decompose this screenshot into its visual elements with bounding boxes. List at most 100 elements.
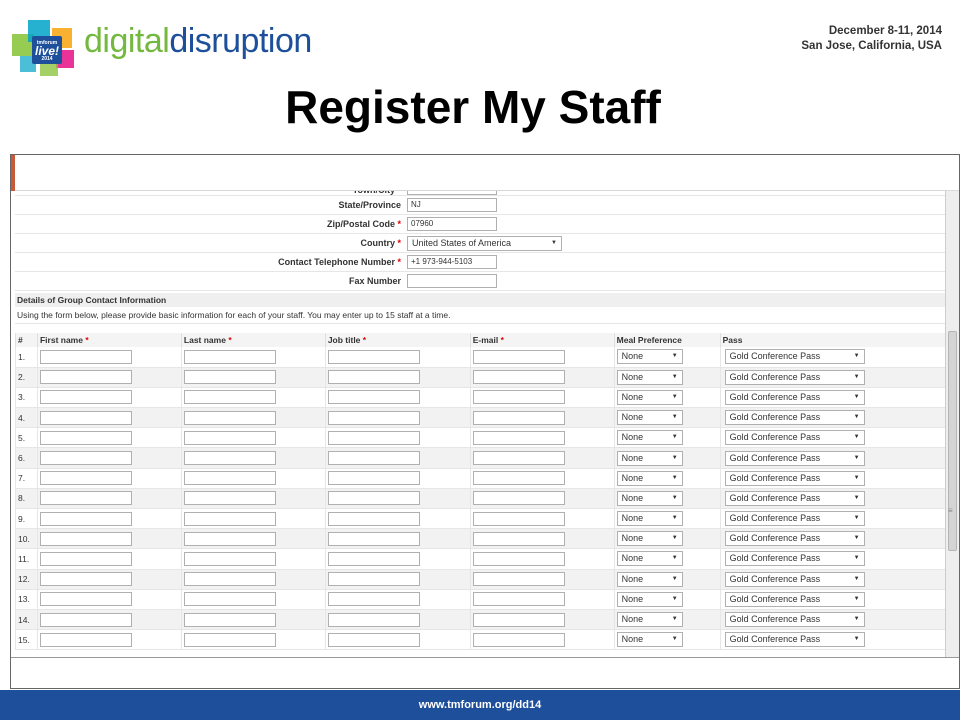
job-title-input[interactable] — [327, 531, 420, 546]
pass-select[interactable]: Gold Conference Pass ▼ — [724, 450, 865, 466]
first-name-input[interactable] — [39, 612, 132, 627]
meal-preference-select[interactable]: None ▼ — [616, 490, 683, 506]
first-name-input[interactable] — [39, 491, 132, 506]
meal-preference-select[interactable]: None ▼ — [616, 369, 683, 385]
pass-select[interactable]: Gold Conference Pass ▼ — [724, 389, 865, 405]
last-name-input[interactable] — [183, 349, 276, 364]
first-name-input[interactable] — [39, 430, 132, 445]
last-name-input[interactable] — [183, 551, 276, 566]
job-title-input[interactable] — [327, 451, 420, 466]
pass-select[interactable]: Gold Conference Pass ▼ — [724, 369, 865, 385]
last-name-input[interactable] — [183, 430, 276, 445]
pass-select[interactable]: Gold Conference Pass ▼ — [724, 511, 865, 527]
first-name-input[interactable] — [39, 451, 132, 466]
first-name-input[interactable] — [39, 410, 132, 425]
last-name-input[interactable] — [183, 410, 276, 425]
meal-preference-select[interactable]: None ▼ — [616, 551, 683, 567]
meal-preference-select[interactable]: None ▼ — [616, 430, 683, 446]
last-name-input[interactable] — [183, 471, 276, 486]
pass-select[interactable]: Gold Conference Pass ▼ — [724, 591, 865, 607]
job-title-input[interactable] — [327, 471, 420, 486]
last-name-input[interactable] — [183, 612, 276, 627]
first-name-input[interactable] — [39, 349, 132, 364]
address-input[interactable]: NJ — [407, 198, 497, 212]
job-title-input[interactable] — [327, 410, 420, 425]
email-input[interactable] — [472, 511, 565, 526]
email-input[interactable] — [472, 612, 565, 627]
country-value: United States of America — [412, 237, 512, 248]
email-input[interactable] — [472, 491, 565, 506]
pass-select[interactable]: Gold Conference Pass ▼ — [724, 612, 865, 628]
meal-preference-select[interactable]: None ▼ — [616, 389, 683, 405]
email-input[interactable] — [472, 592, 565, 607]
pass-select[interactable]: Gold Conference Pass ▼ — [724, 410, 865, 426]
first-name-input[interactable] — [39, 370, 132, 385]
job-title-input[interactable] — [327, 430, 420, 445]
email-input[interactable] — [472, 572, 565, 587]
email-input[interactable] — [472, 551, 565, 566]
meal-preference-select[interactable]: None ▼ — [616, 470, 683, 486]
meal-preference-select[interactable]: None ▼ — [616, 349, 683, 365]
meal-preference-select[interactable]: None ▼ — [616, 531, 683, 547]
email-input[interactable] — [472, 390, 565, 405]
last-name-input[interactable] — [183, 451, 276, 466]
country-select[interactable]: United States of America ▼ — [407, 235, 562, 251]
first-name-input[interactable] — [39, 592, 132, 607]
job-title-input[interactable] — [327, 390, 420, 405]
last-name-input[interactable] — [183, 632, 276, 647]
email-input[interactable] — [472, 531, 565, 546]
meal-preference-select[interactable]: None ▼ — [616, 450, 683, 466]
job-title-input[interactable] — [327, 572, 420, 587]
pass-select[interactable]: Gold Conference Pass ▼ — [724, 551, 865, 567]
meal-preference-select[interactable]: None ▼ — [616, 571, 683, 587]
address-input[interactable]: 07960 — [407, 217, 497, 231]
job-title-input[interactable] — [327, 632, 420, 647]
vertical-scrollbar[interactable]: ≡ — [945, 191, 959, 657]
pass-select[interactable]: Gold Conference Pass ▼ — [724, 571, 865, 587]
email-input[interactable] — [472, 349, 565, 364]
email-input[interactable] — [472, 632, 565, 647]
last-name-input[interactable] — [183, 531, 276, 546]
email-input[interactable] — [472, 370, 565, 385]
first-name-input[interactable] — [39, 471, 132, 486]
first-name-input[interactable] — [39, 511, 132, 526]
job-title-input[interactable] — [327, 551, 420, 566]
first-name-input[interactable] — [39, 390, 132, 405]
email-input[interactable] — [472, 430, 565, 445]
pass-select[interactable]: Gold Conference Pass ▼ — [724, 470, 865, 486]
job-title-input[interactable] — [327, 592, 420, 607]
email-input[interactable] — [472, 410, 565, 425]
first-name-input[interactable] — [39, 551, 132, 566]
pass-wrapper: Gold Conference Pass ▼ — [723, 450, 945, 466]
address-input[interactable] — [407, 274, 497, 288]
pass-select[interactable]: Gold Conference Pass ▼ — [724, 430, 865, 446]
job-title-input[interactable] — [327, 511, 420, 526]
address-input[interactable]: +1 973-944-5103 — [407, 255, 497, 269]
job-title-input[interactable] — [327, 370, 420, 385]
scrollbar-thumb[interactable] — [948, 331, 957, 551]
last-name-input[interactable] — [183, 390, 276, 405]
pass-select[interactable]: Gold Conference Pass ▼ — [724, 632, 865, 648]
first-name-input[interactable] — [39, 531, 132, 546]
job-title-input[interactable] — [327, 491, 420, 506]
last-name-input[interactable] — [183, 511, 276, 526]
pass-select[interactable]: Gold Conference Pass ▼ — [724, 490, 865, 506]
job-title-input[interactable] — [327, 612, 420, 627]
pass-select[interactable]: Gold Conference Pass ▼ — [724, 349, 865, 365]
last-name-input[interactable] — [183, 592, 276, 607]
first-name-input[interactable] — [39, 572, 132, 587]
last-name-input[interactable] — [183, 491, 276, 506]
meal-preference-select[interactable]: None ▼ — [616, 511, 683, 527]
meal-preference-select[interactable]: None ▼ — [616, 632, 683, 648]
meal-preference-select[interactable]: None ▼ — [616, 591, 683, 607]
meal-preference-select[interactable]: None ▼ — [616, 612, 683, 628]
last-name-input[interactable] — [183, 572, 276, 587]
pass-select[interactable]: Gold Conference Pass ▼ — [724, 531, 865, 547]
job-title-input[interactable] — [327, 349, 420, 364]
meal-preference-select[interactable]: None ▼ — [616, 410, 683, 426]
last-name-input[interactable] — [183, 370, 276, 385]
email-input[interactable] — [472, 471, 565, 486]
column-header-label: Job title — [327, 335, 361, 345]
email-input[interactable] — [472, 451, 565, 466]
first-name-input[interactable] — [39, 632, 132, 647]
